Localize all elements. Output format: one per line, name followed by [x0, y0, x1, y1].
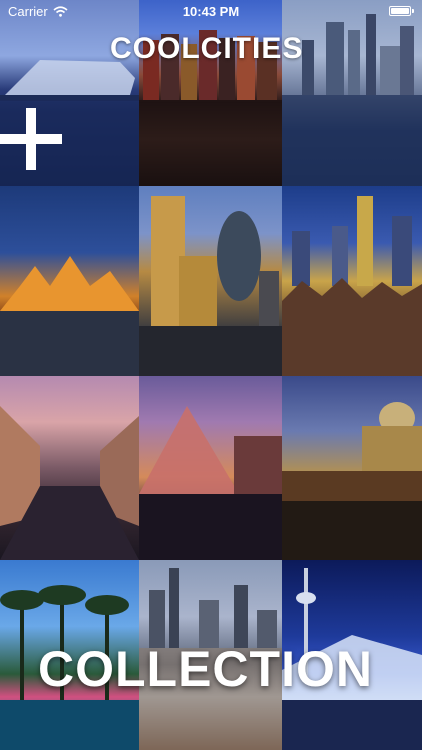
city-tile-milan[interactable] — [0, 376, 139, 560]
city-tile-paris[interactable] — [139, 376, 282, 560]
city-tile-amsterdam[interactable] — [139, 0, 282, 186]
building-silhouette — [282, 14, 422, 186]
building-silhouette — [139, 196, 282, 376]
battery-icon — [389, 6, 414, 16]
battery-fill — [391, 8, 409, 14]
city-tile-london[interactable] — [139, 186, 282, 376]
building-silhouette — [282, 402, 422, 560]
app-screen: Carrier 10:43 PM COOLCITIES COLLECTION — [0, 0, 422, 750]
city-tile-new-york[interactable] — [282, 0, 422, 186]
city-tile-bangkok[interactable] — [0, 186, 139, 376]
status-bar: Carrier 10:43 PM — [0, 0, 422, 22]
building-silhouette — [282, 196, 422, 376]
building-silhouette — [0, 256, 139, 376]
status-time: 10:43 PM — [182, 4, 240, 19]
battery-body — [389, 6, 411, 16]
plus-icon-vertical — [26, 108, 36, 170]
collection-label[interactable]: COLLECTION — [38, 640, 378, 700]
building-silhouette — [0, 406, 139, 560]
building-silhouette — [139, 30, 282, 186]
city-photo-grid — [0, 0, 422, 750]
app-logo: COOLCITIES — [110, 32, 304, 65]
battery-tip — [412, 9, 414, 13]
city-tile-rome[interactable] — [282, 376, 422, 560]
city-tile-frankfurt[interactable] — [282, 186, 422, 376]
building-silhouette — [139, 406, 282, 560]
add-button[interactable] — [0, 108, 62, 170]
